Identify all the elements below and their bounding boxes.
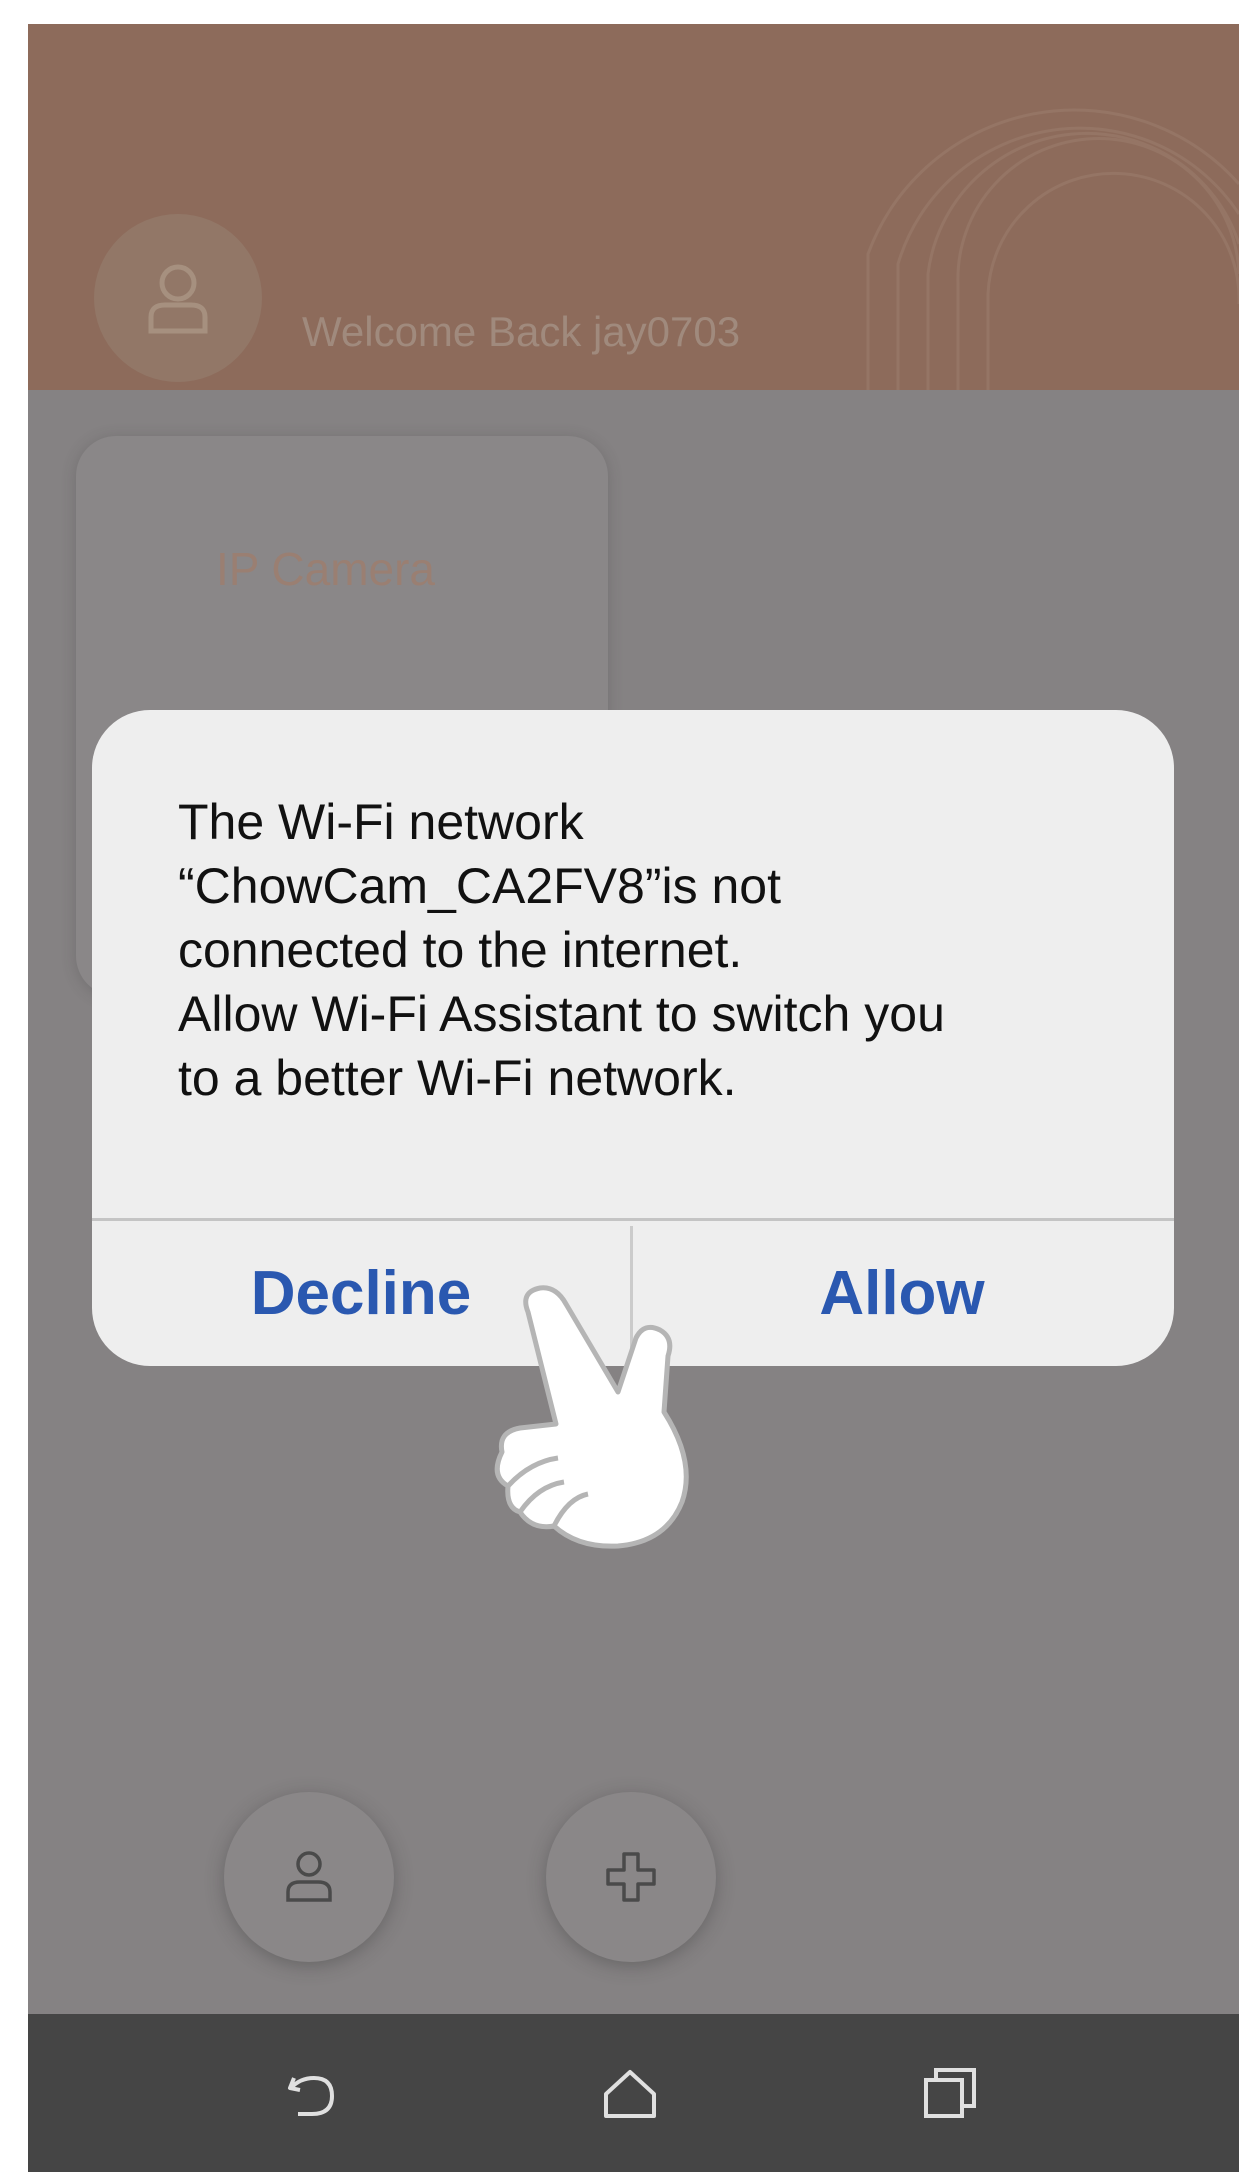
home-icon (604, 2070, 656, 2118)
app-header: Welcome Back jay0703 (28, 24, 1239, 390)
back-icon (288, 2075, 335, 2116)
device-name: IP Camera (216, 543, 436, 595)
wifi-assistant-dialog: The Wi-Fi network “ChowCam_CA2FV8”is not… (92, 710, 1174, 1366)
dialog-message-line: The Wi-Fi network (178, 794, 584, 850)
dialog-message-line: to a better Wi-Fi network. (178, 1050, 737, 1106)
profile-button[interactable] (224, 1792, 394, 1962)
dialog-message: The Wi-Fi network “ChowCam_CA2FV8”is not… (178, 790, 1138, 1110)
pointing-hand-icon (494, 1285, 689, 1549)
plus-icon (606, 1852, 656, 1902)
user-icon (286, 1851, 332, 1902)
add-device-button[interactable] (546, 1792, 716, 1962)
recent-apps-icon (924, 2068, 976, 2118)
phone-screen: Welcome Back jay0703 IP Camera The Wi-Fi… (28, 24, 1239, 2172)
dialog-message-line: Allow Wi-Fi Assistant to switch you (178, 986, 945, 1042)
nav-back-button[interactable] (272, 2054, 352, 2134)
nav-home-button[interactable] (590, 2054, 670, 2134)
welcome-text: Welcome Back jay0703 (302, 308, 741, 355)
system-nav-bar (28, 2014, 1239, 2172)
avatar[interactable] (94, 214, 262, 382)
user-avatar-icon (148, 264, 208, 334)
dialog-message-line: connected to the internet. (178, 922, 743, 978)
nav-recent-button[interactable] (910, 2054, 990, 2134)
dialog-message-line: “ChowCam_CA2FV8”is not (178, 858, 781, 914)
